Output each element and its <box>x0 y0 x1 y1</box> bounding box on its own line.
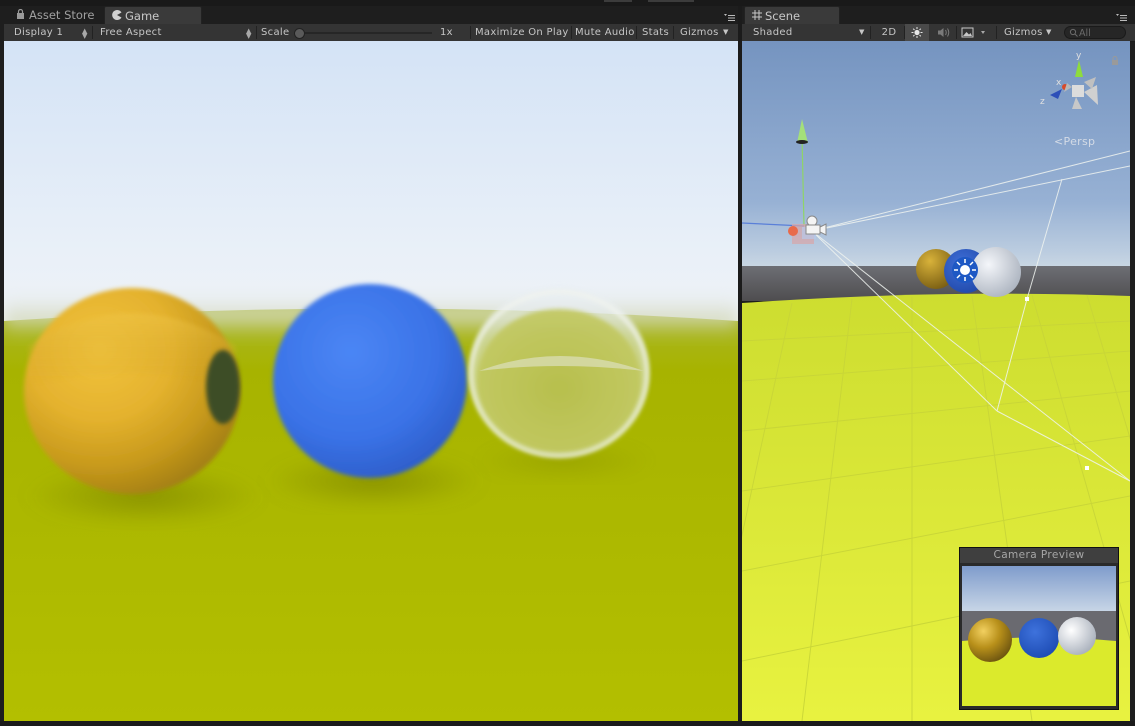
separator <box>996 26 997 39</box>
tab-label: Scene <box>765 9 801 23</box>
gold-sphere <box>24 288 240 494</box>
tab-label: Asset Store <box>29 8 95 22</box>
tab-game[interactable]: Game <box>104 6 202 24</box>
scale-value: 1x <box>440 27 453 38</box>
panel-menu-icon[interactable] <box>723 12 735 22</box>
blue-sphere <box>273 284 467 478</box>
separator <box>92 26 93 39</box>
scale-label: Scale <box>261 27 290 38</box>
tab-scene[interactable]: Scene <box>744 6 840 24</box>
camera-preview-title: Camera Preview <box>960 548 1118 563</box>
axis-label-y: y <box>1076 51 1082 61</box>
axis-label-x: x <box>1056 78 1062 88</box>
search-placeholder: All <box>1079 28 1091 39</box>
pacman-icon <box>111 10 122 21</box>
lighting-toggle-button[interactable] <box>905 24 929 41</box>
mute-audio-button[interactable]: Mute Audio <box>575 24 635 41</box>
scale-slider-track[interactable] <box>296 32 432 34</box>
separator <box>256 26 257 39</box>
image-icon <box>961 27 985 38</box>
window-bottom-strip <box>0 721 1135 726</box>
left-tab-bar: Asset Store Game <box>0 6 738 24</box>
aspect-label: Free Aspect <box>100 27 162 38</box>
tab-asset-store[interactable]: Asset Store <box>9 6 101 24</box>
gizmos-dropdown-arrow-icon[interactable]: ▼ <box>1046 24 1052 41</box>
scene-gizmos-button[interactable]: Gizmos <box>1004 24 1043 41</box>
light-gizmo-icon <box>952 257 978 283</box>
aspect-dropdown[interactable]: Free Aspect ▲ ▼ <box>100 24 256 41</box>
separator <box>636 26 637 39</box>
stats-button[interactable]: Stats <box>642 24 669 41</box>
top-highlight <box>648 0 694 2</box>
axis-label-z: z <box>1040 97 1045 107</box>
gizmos-dropdown-arrow-icon[interactable]: ▼ <box>723 24 729 41</box>
game-render <box>4 41 738 721</box>
right-tab-bar: Scene <box>742 6 1135 24</box>
display-label: Display 1 <box>14 27 64 38</box>
tab-label: Game <box>125 9 160 23</box>
2d-toggle-button[interactable]: 2D <box>876 24 902 41</box>
scale-slider-thumb[interactable] <box>294 28 305 39</box>
shading-label: Shaded <box>753 27 793 38</box>
separator <box>673 26 674 39</box>
scene-toolbar: Shaded ▼ 2D Gizmos ▼ All <box>742 24 1135 42</box>
search-input[interactable]: All <box>1064 26 1126 39</box>
lock-icon <box>1112 56 1118 65</box>
gizmos-button[interactable]: Gizmos <box>680 24 719 41</box>
audio-toggle-button[interactable] <box>933 24 955 41</box>
camera-preview-panel: Camera Preview <box>959 547 1119 710</box>
separator <box>470 26 471 39</box>
camera-preview-image <box>962 566 1116 706</box>
persp-label: Persp <box>1063 135 1096 148</box>
dropdown-arrows-icon: ▲ ▼ <box>246 27 252 40</box>
speaker-icon <box>938 28 950 37</box>
shading-mode-dropdown[interactable]: Shaded ▼ <box>753 24 867 41</box>
grid-icon <box>751 10 762 21</box>
glass-sphere <box>469 286 649 458</box>
sun-icon <box>911 27 923 38</box>
orientation-gizmo[interactable]: y z x <box>1032 47 1128 137</box>
persp-arrow-icon: < <box>1054 135 1064 148</box>
projection-toggle[interactable]: <Persp <box>1054 135 1095 148</box>
effects-dropdown[interactable] <box>958 24 988 41</box>
game-toolbar: Display 1 ▲ ▼ Free Aspect ▲ ▼ Scale 1x Max… <box>4 24 738 42</box>
game-viewport[interactable] <box>4 41 738 721</box>
dropdown-arrow-icon: ▼ <box>859 28 865 36</box>
dropdown-arrows-icon: ▲ ▼ <box>82 27 88 40</box>
separator <box>956 26 957 39</box>
panel-menu-icon[interactable] <box>1115 12 1127 22</box>
separator <box>870 26 871 39</box>
separator <box>571 26 572 39</box>
display-dropdown[interactable]: Display 1 ▲ ▼ <box>14 24 94 41</box>
top-highlight <box>604 0 632 2</box>
lock-icon <box>15 8 26 20</box>
maximize-on-play-button[interactable]: Maximize On Play <box>475 24 569 41</box>
